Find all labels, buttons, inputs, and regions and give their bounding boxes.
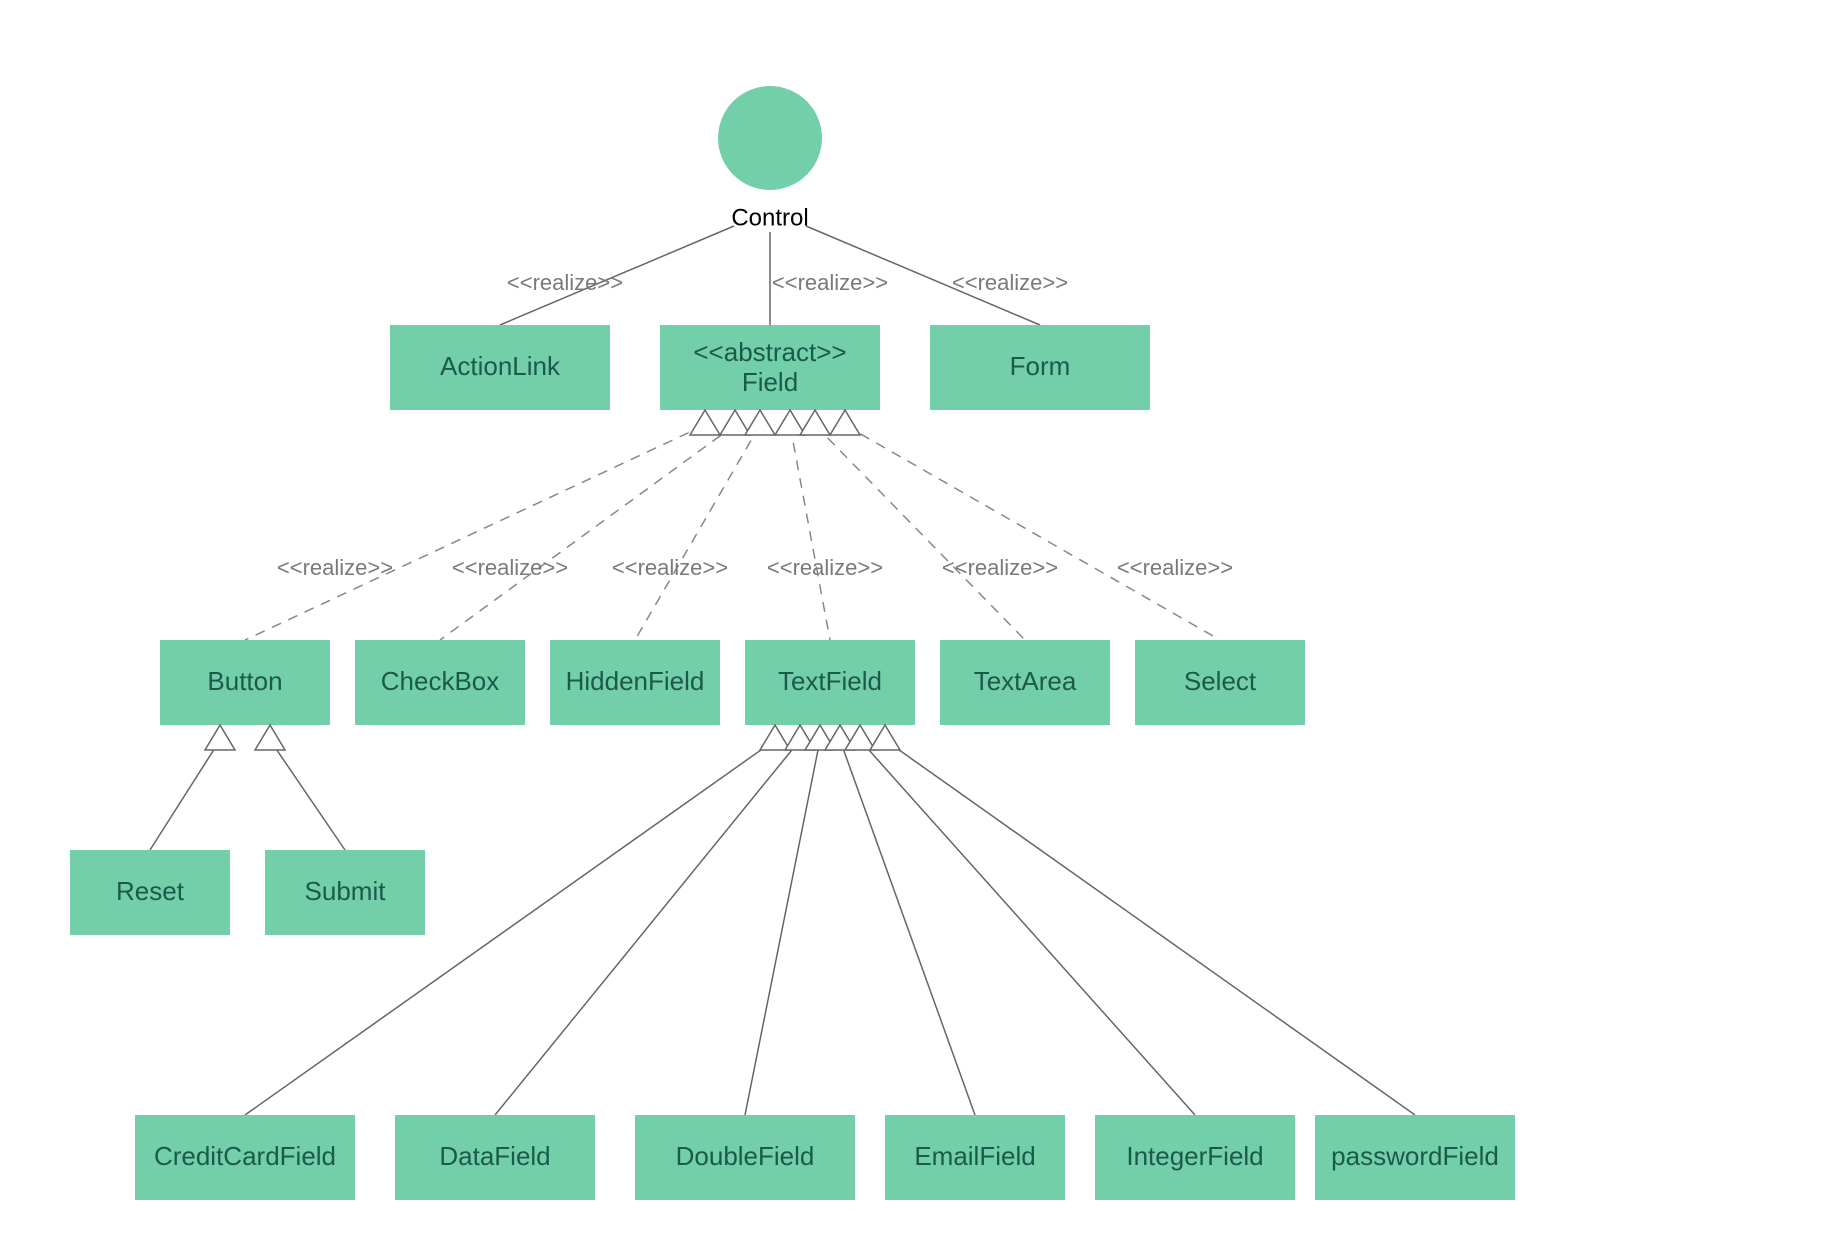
svg-text:CreditCardField: CreditCardField — [154, 1141, 336, 1171]
svg-text:<<abstract>>: <<abstract>> — [693, 337, 846, 367]
node-datafield: DataField — [395, 1115, 595, 1200]
svg-text:TextArea: TextArea — [974, 666, 1077, 696]
button-children-edges — [150, 725, 345, 850]
svg-text:TextField: TextField — [778, 666, 882, 696]
svg-text:Form: Form — [1010, 351, 1071, 381]
node-reset: Reset — [70, 850, 230, 935]
node-emailfield: EmailField — [885, 1115, 1065, 1200]
node-textarea: TextArea — [940, 640, 1110, 725]
node-textfield: TextField — [745, 640, 915, 725]
svg-text:Select: Select — [1184, 666, 1257, 696]
svg-text:DataField: DataField — [439, 1141, 550, 1171]
uml-diagram: Control <<realize>> <<realize>> <<realiz… — [0, 0, 1838, 1248]
svg-text:DoubleField: DoubleField — [676, 1141, 815, 1171]
svg-text:Submit: Submit — [305, 876, 387, 906]
realize-label-2: <<realize>> — [772, 270, 888, 295]
root-circle — [718, 86, 822, 190]
realize-label-b2: <<realize>> — [452, 555, 568, 580]
realize-label-b4: <<realize>> — [767, 555, 883, 580]
node-submit: Submit — [265, 850, 425, 935]
node-button: Button — [160, 640, 330, 725]
svg-text:IntegerField: IntegerField — [1126, 1141, 1263, 1171]
node-form: Form — [930, 325, 1150, 410]
realize-label-1: <<realize>> — [507, 270, 623, 295]
realize-label-3: <<realize>> — [952, 270, 1068, 295]
node-doublefield: DoubleField — [635, 1115, 855, 1200]
node-checkbox: CheckBox — [355, 640, 525, 725]
node-select: Select — [1135, 640, 1305, 725]
root-label: Control — [731, 204, 808, 231]
svg-text:Reset: Reset — [116, 876, 185, 906]
field-realizations — [245, 410, 1220, 640]
realize-label-b1: <<realize>> — [277, 555, 393, 580]
node-creditcardfield: CreditCardField — [135, 1115, 355, 1200]
svg-text:Field: Field — [742, 367, 798, 397]
svg-text:EmailField: EmailField — [914, 1141, 1035, 1171]
svg-text:HiddenField: HiddenField — [566, 666, 705, 696]
svg-text:ActionLink: ActionLink — [440, 351, 561, 381]
realize-label-b6: <<realize>> — [1117, 555, 1233, 580]
svg-text:Button: Button — [207, 666, 282, 696]
node-hiddenfield: HiddenField — [550, 640, 720, 725]
realize-label-b5: <<realize>> — [942, 555, 1058, 580]
node-field: <<abstract>> Field — [660, 325, 880, 410]
realize-label-b3: <<realize>> — [612, 555, 728, 580]
node-passwordfield: passwordField — [1315, 1115, 1515, 1200]
svg-text:passwordField: passwordField — [1331, 1141, 1499, 1171]
node-integerfield: IntegerField — [1095, 1115, 1295, 1200]
svg-text:CheckBox: CheckBox — [381, 666, 500, 696]
node-actionlink: ActionLink — [390, 325, 610, 410]
